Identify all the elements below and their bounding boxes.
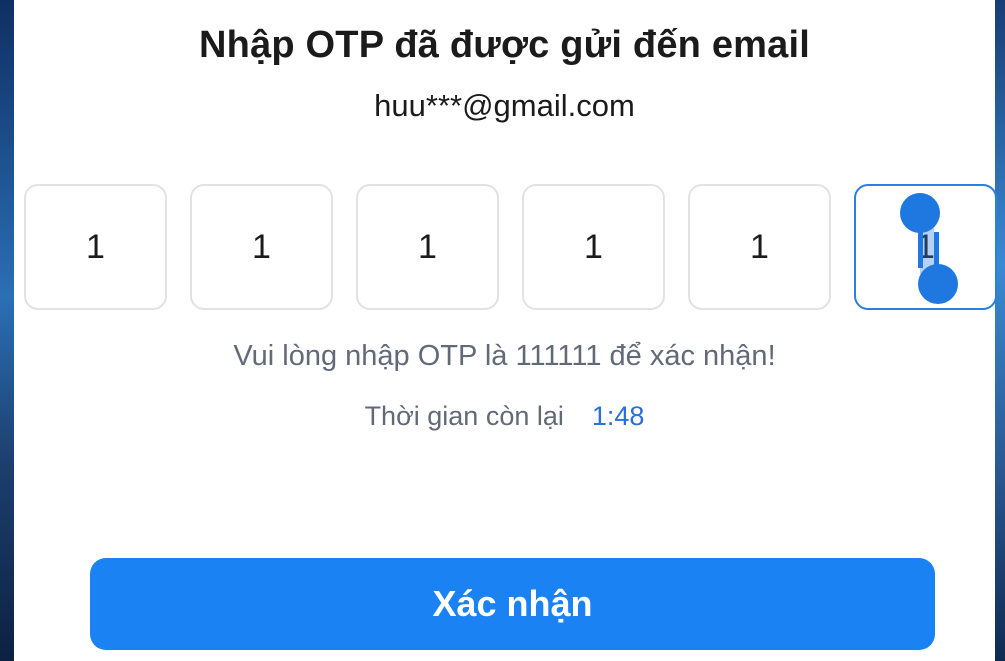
selection-handle-end[interactable] — [918, 264, 958, 304]
otp-digit-value: 1 — [750, 227, 769, 266]
countdown-label: Thời gian còn lại — [364, 401, 564, 431]
otp-digit-value: 1 — [86, 227, 105, 266]
masked-email: huu***@gmail.com — [374, 88, 635, 123]
otp-input-row: 1 1 1 1 1 1 — [24, 184, 997, 314]
confirm-button[interactable]: Xác nhận — [90, 558, 935, 650]
otp-digit-value: 1 — [418, 227, 437, 266]
otp-digit-3[interactable]: 1 — [356, 184, 499, 310]
otp-digit-value: 1 — [584, 227, 603, 266]
countdown-row: Thời gian còn lại 1:48 — [14, 401, 995, 432]
otp-digit-1[interactable]: 1 — [24, 184, 167, 310]
otp-hint-text: Vui lòng nhập OTP là 111111 để xác nhận! — [233, 340, 776, 372]
background-right-edge — [995, 0, 1005, 661]
selection-handle-start[interactable] — [900, 193, 940, 233]
otp-digit-2[interactable]: 1 — [190, 184, 333, 310]
otp-digit-4[interactable]: 1 — [522, 184, 665, 310]
countdown-value: 1:48 — [591, 401, 645, 431]
otp-digit-value: 1 — [252, 227, 271, 266]
otp-title: Nhập OTP đã được gửi đến email — [198, 24, 810, 66]
otp-digit-5[interactable]: 1 — [688, 184, 831, 310]
otp-sheet: Nhập OTP đã được gửi đến email huu***@gm… — [14, 0, 997, 661]
background-left-edge — [0, 0, 14, 661]
